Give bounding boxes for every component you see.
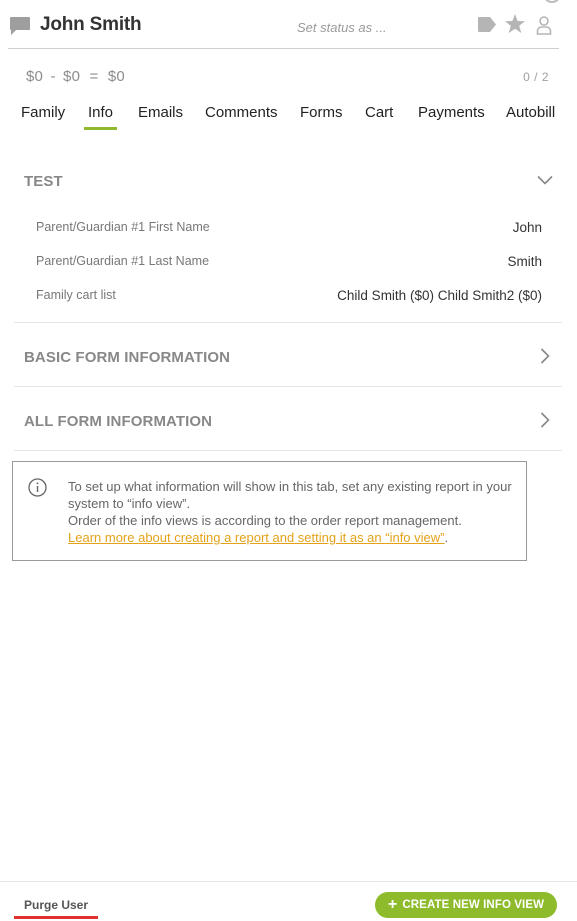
- tab-autobill[interactable]: Autobill: [506, 104, 555, 121]
- user-name: John Smith: [40, 14, 142, 35]
- chevron-right-icon[interactable]: [536, 411, 554, 429]
- section-divider: [14, 322, 562, 323]
- header: John Smith: [0, 0, 577, 49]
- footer-divider: [0, 881, 577, 882]
- field-label: Family cart list: [36, 288, 116, 302]
- balance-c: $0: [107, 68, 125, 85]
- info-line-1: To set up what information will show in …: [68, 479, 512, 511]
- info-period: .: [444, 530, 449, 545]
- section-all-title: ALL FORM INFORMATION: [24, 413, 213, 430]
- balance-summary: $0 - $0 = $0: [26, 68, 125, 85]
- field-value: Smith: [507, 254, 542, 269]
- section-divider: [14, 450, 562, 451]
- tag-icon[interactable]: [477, 16, 497, 33]
- info-line-2: Order of the info views is according to …: [68, 513, 462, 528]
- tab-info[interactable]: Info: [83, 104, 118, 130]
- field-row: Parent/Guardian #1 First Name John: [36, 220, 542, 240]
- field-value: John: [512, 220, 542, 235]
- field-label: Parent/Guardian #1 Last Name: [36, 254, 210, 268]
- corner-circle-icon: [543, 0, 561, 3]
- balance-b: $0: [63, 68, 81, 85]
- field-value: Child Smith ($0) Child Smith2 ($0): [337, 288, 542, 303]
- field-row: Parent/Guardian #1 Last Name Smith: [36, 254, 542, 274]
- header-divider: [8, 48, 559, 49]
- create-new-info-view-button[interactable]: + CREATE NEW INFO VIEW: [375, 892, 557, 918]
- section-all-header[interactable]: ALL FORM INFORMATION: [14, 397, 562, 447]
- section-basic-header[interactable]: BASIC FORM INFORMATION: [14, 333, 562, 383]
- balance-a: $0: [26, 68, 44, 85]
- section-test-header[interactable]: TEST: [14, 157, 562, 207]
- purge-user-underline: [14, 916, 98, 919]
- field-row: Family cart list Child Smith ($0) Child …: [36, 288, 542, 308]
- tab-payments[interactable]: Payments: [418, 104, 485, 121]
- purge-user-button[interactable]: Purge User: [24, 898, 88, 912]
- section-divider: [14, 386, 562, 387]
- section-basic-title: BASIC FORM INFORMATION: [24, 349, 231, 366]
- balance-minus: -: [50, 68, 56, 85]
- tab-bar: Family Info Emails Comments Forms Cart P…: [0, 104, 577, 134]
- status-input[interactable]: [270, 16, 470, 38]
- star-icon[interactable]: [504, 13, 526, 35]
- chevron-right-icon[interactable]: [536, 347, 554, 365]
- info-link-line: Learn more about creating a report and s…: [68, 529, 518, 546]
- chevron-down-icon[interactable]: [536, 171, 554, 189]
- user-icon[interactable]: [536, 15, 552, 35]
- section-test-title: TEST: [24, 173, 63, 190]
- tab-cart[interactable]: Cart: [365, 104, 393, 121]
- field-label: Parent/Guardian #1 First Name: [36, 220, 210, 234]
- tab-comments[interactable]: Comments: [205, 104, 278, 121]
- create-new-info-view-label: CREATE NEW INFO VIEW: [402, 899, 545, 911]
- plus-icon: +: [387, 896, 398, 913]
- tab-forms[interactable]: Forms: [300, 104, 343, 121]
- item-count: 0 / 2: [523, 70, 549, 84]
- info-icon: [28, 478, 47, 497]
- info-view-help-link[interactable]: Learn more about creating a report and s…: [68, 530, 445, 545]
- balance-equals: =: [89, 68, 99, 85]
- tab-emails[interactable]: Emails: [138, 104, 183, 121]
- info-notice: To set up what information will show in …: [12, 461, 527, 561]
- chat-icon[interactable]: [9, 16, 31, 36]
- info-text: To set up what information will show in …: [68, 478, 518, 546]
- tab-family[interactable]: Family: [21, 104, 65, 121]
